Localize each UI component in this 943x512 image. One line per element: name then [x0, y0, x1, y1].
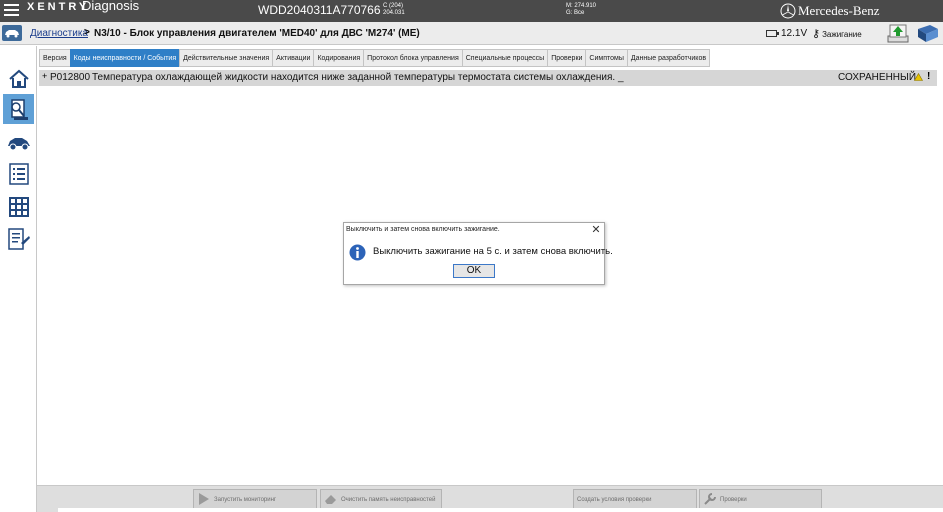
- hamburger-menu-icon[interactable]: [4, 4, 19, 17]
- grid-icon: [8, 197, 29, 217]
- sidebar-item-list[interactable]: [3, 159, 34, 189]
- tab-version[interactable]: Версия: [39, 49, 70, 67]
- tab-special-procedures[interactable]: Специальные процессы: [461, 49, 548, 67]
- fault-status-badge: СОХРАНЕННЫЙ: [838, 72, 917, 83]
- tab-fault-codes[interactable]: Коды неисправности / События: [69, 49, 180, 67]
- create-conditions-button[interactable]: Создать условия проверки: [573, 489, 697, 509]
- sidebar-item-grid[interactable]: [3, 192, 34, 222]
- top-header: XENTRY Diagnosis WDD2040311A770766 C (20…: [0, 0, 943, 22]
- create-conditions-label: Создать условия проверки: [577, 497, 652, 503]
- tab-symptoms[interactable]: Симптомы: [585, 49, 627, 67]
- ignition-label: Зажигание: [822, 30, 862, 39]
- fault-code-row[interactable]: + P012800 Температура охлаждающей жидкос…: [39, 70, 937, 86]
- wrench-icon: [704, 493, 716, 505]
- fault-code: P012800: [50, 72, 91, 83]
- left-sidebar: [0, 46, 37, 512]
- warning-icon: [914, 73, 923, 81]
- breadcrumb-separator: >: [84, 27, 90, 38]
- sidebar-item-document-tool[interactable]: [3, 224, 34, 254]
- tab-developer-data[interactable]: Данные разработчиков: [626, 49, 711, 67]
- app-name: Diagnosis: [82, 0, 140, 13]
- tab-checks[interactable]: Проверки: [547, 49, 586, 67]
- upload-tool-icon[interactable]: [887, 24, 909, 43]
- play-icon: [199, 493, 209, 505]
- vehicle-mileage: M: 274.910 G: Все: [566, 3, 596, 17]
- battery-status: 12.1V: [766, 28, 807, 39]
- sidebar-item-home[interactable]: [3, 64, 34, 94]
- clear-faults-label: Очистить память неисправностей: [341, 497, 436, 503]
- fault-info-icon[interactable]: !: [927, 71, 930, 82]
- breadcrumb-diagnosis-link[interactable]: Диагностика: [30, 28, 88, 39]
- vehicle-vin: WDD2040311A770766: [258, 3, 381, 17]
- ecu-diagnosis-icon: [10, 99, 28, 120]
- model-line-2: 204.031: [383, 10, 405, 16]
- mercedes-star-icon: [780, 3, 796, 19]
- status-strip: [58, 508, 943, 512]
- manual-book-icon[interactable]: [916, 24, 940, 43]
- brand-logo: XENTRY: [27, 1, 90, 13]
- tab-actual-values[interactable]: Действительные значения: [179, 49, 273, 67]
- dialog-message: Выключить зажигание на 5 с. и затем снов…: [373, 246, 613, 257]
- list-icon: [8, 163, 29, 185]
- tab-coding[interactable]: Кодирования: [313, 49, 364, 67]
- close-icon[interactable]: ✕: [590, 224, 602, 236]
- home-icon: [8, 69, 29, 88]
- clear-faults-button[interactable]: Очистить память неисправностей: [320, 489, 442, 509]
- start-monitoring-label: Запустить мониторинг: [214, 497, 277, 503]
- tab-control-unit-log[interactable]: Протокол блока управления: [363, 49, 462, 67]
- ignition-status: ⚷ Зажигание: [812, 27, 862, 40]
- manufacturer-name: Mercedes-Benz: [798, 3, 880, 18]
- vehicle-model: C (204) 204.031: [383, 3, 405, 17]
- checks-label: Проверки: [720, 497, 747, 503]
- dialog-title: Выключить и затем снова включить зажиган…: [346, 226, 500, 233]
- tab-activations[interactable]: Активации: [272, 49, 314, 67]
- sidebar-item-ecu-diagnosis[interactable]: [3, 94, 34, 124]
- eraser-icon: [325, 495, 336, 504]
- sidebar-item-vehicle[interactable]: [3, 128, 34, 158]
- ignition-key-icon: ⚷: [812, 28, 821, 40]
- page-title: N3/10 - Блок управления двигателем 'MED4…: [94, 28, 420, 39]
- tab-bar: Версия Коды неисправности / События Дейс…: [39, 49, 711, 67]
- checks-button[interactable]: Проверки: [699, 489, 822, 509]
- expand-icon[interactable]: +: [42, 71, 47, 81]
- info-icon: [349, 244, 366, 261]
- document-tool-icon: [7, 228, 30, 250]
- ok-button[interactable]: OK: [453, 264, 495, 278]
- vehicle-badge-icon[interactable]: [2, 25, 22, 41]
- battery-icon: [766, 29, 779, 37]
- mileage-line-2: G: Все: [566, 10, 585, 16]
- model-line-1: C (204): [383, 3, 404, 9]
- mileage-line-1: M: 274.910: [566, 3, 597, 9]
- breadcrumb-bar: Диагностика > N3/10 - Блок управления дв…: [0, 22, 943, 45]
- fault-description: Температура охлаждающей жидкости находит…: [92, 72, 624, 83]
- ignition-dialog: Выключить и затем снова включить зажиган…: [343, 222, 613, 285]
- start-monitoring-button[interactable]: Запустить мониторинг: [193, 489, 317, 509]
- battery-voltage: 12.1V: [781, 28, 808, 39]
- vehicle-icon: [7, 138, 30, 151]
